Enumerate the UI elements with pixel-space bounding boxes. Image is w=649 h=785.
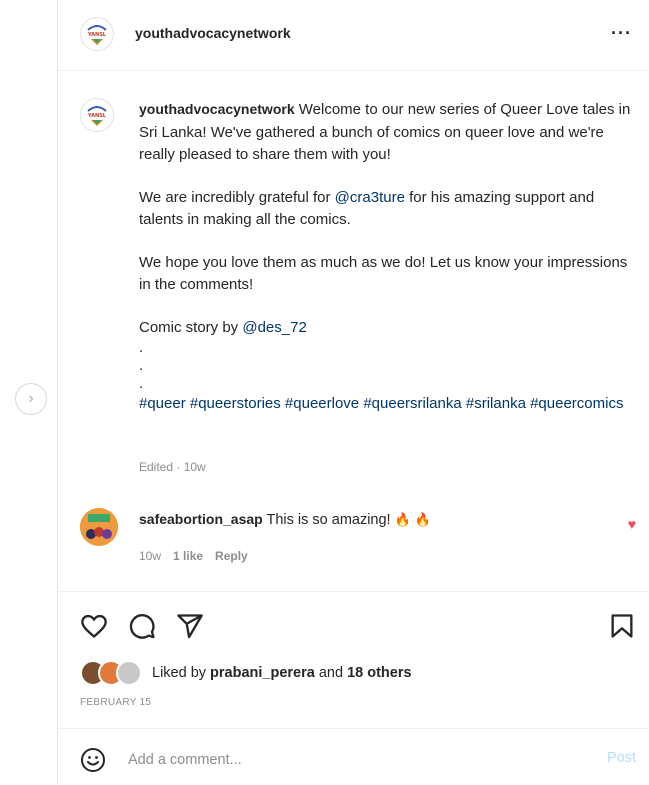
comment-text: safeabortion_asap This is so amazing! 🔥 …	[139, 511, 431, 528]
action-bar	[58, 591, 648, 652]
commenter-avatar[interactable]	[80, 508, 118, 546]
post-header: YANSL youthadvocacynetwork ···	[58, 0, 648, 71]
svg-text:YANSL: YANSL	[87, 32, 107, 38]
caption-paragraph-3: We hope you love them as much as we do! …	[139, 253, 628, 294]
likes-summary: Liked by prabani_perera and 18 others	[80, 660, 412, 686]
share-icon[interactable]	[176, 612, 204, 640]
comment-item: safeabortion_asap This is so amazing! 🔥 …	[58, 505, 648, 575]
caption-dot-2: .	[139, 357, 144, 374]
likes-prefix: Liked by	[152, 665, 211, 681]
reply-button[interactable]: Reply	[215, 549, 248, 563]
post-date: FEBRUARY 15	[80, 697, 152, 708]
comment-meta: 10w 1 like Reply	[139, 549, 260, 563]
liker-username[interactable]: prabani_perera	[210, 665, 315, 681]
post-panel: YANSL youthadvocacynetwork ··· YANSL you…	[57, 0, 648, 784]
left-gutter: ›	[0, 0, 57, 784]
fire-emoji-icon: 🔥	[414, 512, 432, 527]
comment-icon[interactable]	[128, 612, 156, 640]
caption-author-avatar[interactable]: YANSL	[80, 98, 114, 132]
svg-text:YANSL: YANSL	[87, 113, 107, 119]
caption-paragraph-2-start: We are incredibly grateful for	[139, 188, 335, 206]
caption-dot-3: .	[139, 375, 144, 392]
bookmark-icon[interactable]	[608, 612, 636, 640]
likes-text: Liked by prabani_perera and 18 others	[152, 665, 412, 681]
emoji-icon[interactable]	[80, 747, 106, 773]
caption-hashtags[interactable]: #queer #queerstories #queerlove #queersr…	[139, 393, 634, 416]
chevron-right-icon[interactable]: ›	[15, 383, 47, 415]
comment-bar: Post	[58, 728, 648, 785]
comment-input[interactable]	[126, 747, 570, 773]
liker-avatar	[116, 660, 142, 686]
author-username[interactable]: youthadvocacynetwork	[135, 25, 291, 41]
comment-body: This is so amazing!	[262, 512, 395, 528]
commenter-username[interactable]: safeabortion_asap	[139, 511, 263, 527]
comment-like-heart-icon[interactable]: ♥	[628, 516, 636, 532]
fire-emoji-icon: 🔥	[394, 512, 411, 527]
more-options-icon[interactable]: ···	[611, 23, 632, 44]
caption-username[interactable]: youthadvocacynetwork	[139, 101, 295, 117]
caption-dot-1: .	[139, 339, 144, 356]
caption-credit-text: Comic story by	[139, 318, 243, 336]
caption-text: youthadvocacynetwork Welcome to our new …	[139, 98, 634, 416]
likes-others[interactable]: 18 others	[347, 665, 411, 681]
likes-middle: and	[314, 665, 348, 681]
comment-time: 10w	[139, 549, 162, 563]
author-avatar[interactable]: YANSL	[80, 17, 114, 51]
heart-icon[interactable]	[80, 612, 108, 640]
mention-des_72[interactable]: @des_72	[242, 319, 306, 336]
comment-likes[interactable]: 1 like	[173, 549, 203, 563]
edited-timestamp: Edited · 10w	[139, 460, 206, 474]
mention-cra3ture[interactable]: @cra3ture	[335, 189, 405, 206]
post-button[interactable]: Post	[607, 750, 636, 766]
